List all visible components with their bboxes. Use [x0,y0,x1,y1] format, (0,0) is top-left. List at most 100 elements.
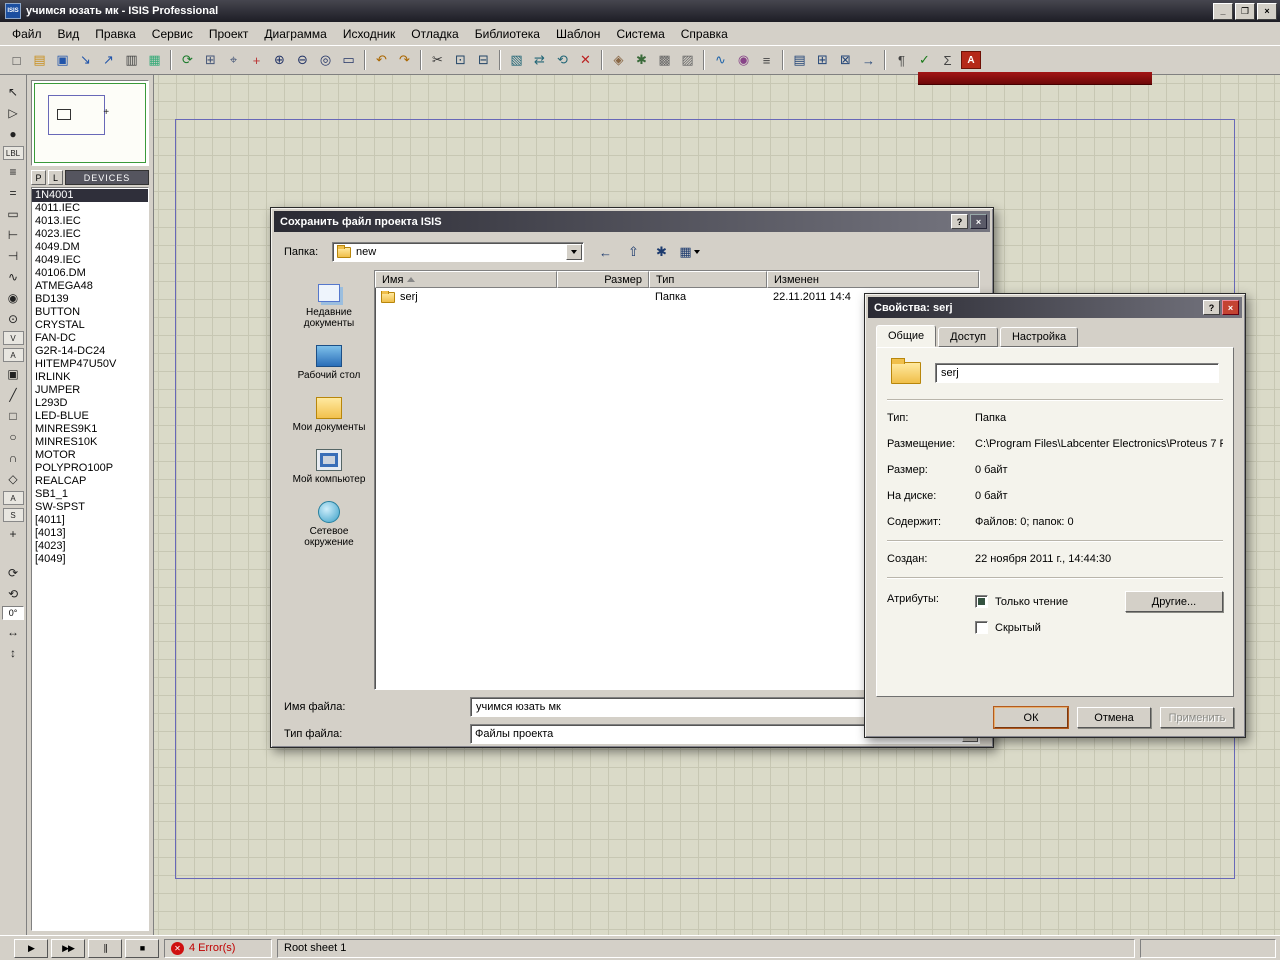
decompose-button[interactable]: ▨ [676,49,699,72]
path-tool[interactable]: ◇ [3,470,24,488]
readonly-checkbox[interactable] [975,595,988,608]
column-header-3[interactable]: Тип [649,271,767,288]
other-attributes-button[interactable]: Другие... [1125,591,1223,612]
zoom-out-button[interactable]: ⊖ [291,49,314,72]
help-icon[interactable]: ? [1203,300,1220,315]
device-item[interactable]: L293D [32,397,148,410]
property-assignment-button[interactable]: ≡ [755,49,778,72]
device-item[interactable]: IRLINK [32,371,148,384]
device-item[interactable]: FAN-DC [32,332,148,345]
pick-devices-button[interactable]: P [31,170,46,185]
device-item[interactable]: MINRES10K [32,436,148,449]
selection-tool[interactable]: ↖ [3,83,24,101]
close-icon[interactable]: × [970,214,987,229]
device-item[interactable]: [4049] [32,553,148,566]
pause-button[interactable]: ∥ [88,939,122,958]
tab-2[interactable]: Доступ [938,327,998,347]
wire-label-tool[interactable]: LBL [3,146,24,160]
menu-item-9[interactable]: Библиотека [467,24,548,44]
device-item[interactable]: MOTOR [32,449,148,462]
place-my-documents[interactable]: Мои документы [288,397,370,433]
false-origin-button[interactable]: ⌖ [222,49,245,72]
cut-button[interactable]: ✂ [426,49,449,72]
menu-item-7[interactable]: Исходник [335,24,403,44]
subcircuit-tool[interactable]: ▭ [3,205,24,223]
menu-item-2[interactable]: Вид [50,24,88,44]
menu-item-5[interactable]: Проект [201,24,257,44]
menu-item-10[interactable]: Шаблон [548,24,608,44]
text-tool[interactable]: A [3,491,24,505]
menu-item-1[interactable]: Файл [4,24,50,44]
hidden-checkbox[interactable] [975,621,988,634]
library-manager-button[interactable]: L [48,170,63,185]
box-tool[interactable]: □ [3,407,24,425]
pick-parts-button[interactable]: ◈ [607,49,630,72]
device-item[interactable]: [4023] [32,540,148,553]
device-item[interactable]: BD139 [32,293,148,306]
block-rotate-button[interactable]: ⟲ [551,49,574,72]
menu-item-12[interactable]: Справка [673,24,736,44]
bill-of-materials-button[interactable]: ¶ [890,49,913,72]
redraw-button[interactable]: ⟳ [176,49,199,72]
new-design-button[interactable]: □ [5,49,28,72]
ok-button[interactable]: ОК [994,707,1068,728]
column-header-1[interactable]: Имя [375,271,557,288]
minimize-button[interactable]: _ [1213,3,1233,20]
device-item[interactable]: POLYPRO100P [32,462,148,475]
current-probe-tool[interactable]: A [3,348,24,362]
block-copy-button[interactable]: ▧ [505,49,528,72]
folder-name-input[interactable]: serj [935,363,1219,383]
netlist-to-ares-button[interactable]: A [961,51,981,69]
tab-1[interactable]: Общие [876,325,936,347]
device-item[interactable]: 1N4001 [32,189,148,202]
redo-button[interactable]: ↷ [393,49,416,72]
device-item[interactable]: LED-BLUE [32,410,148,423]
close-icon[interactable]: × [1222,300,1239,315]
column-header-2[interactable]: Размер [557,271,649,288]
place-desktop[interactable]: Рабочий стол [288,345,370,381]
device-pin-tool[interactable]: ⊣ [3,247,24,265]
component-tool[interactable]: ▷ [3,104,24,122]
virtual-instruments-tool[interactable]: ▣ [3,365,24,383]
mirror-vertical[interactable]: ↕ [3,644,24,662]
device-item[interactable]: 4049.DM [32,241,148,254]
new-folder-button[interactable]: ✱ [650,242,673,262]
place-network[interactable]: Сетевое окружение [288,501,370,548]
export-section-button[interactable]: ↗ [97,49,120,72]
copy-button[interactable]: ⊡ [449,49,472,72]
view-menu-button[interactable]: ▦ [678,242,701,262]
menu-item-8[interactable]: Отладка [403,24,466,44]
place-recent-documents[interactable]: Недавние документы [288,282,370,329]
device-item[interactable]: HITEMP47U50V [32,358,148,371]
device-item[interactable]: REALCAP [32,475,148,488]
stop-button[interactable]: ■ [125,939,159,958]
packaging-tool-button[interactable]: ▩ [653,49,676,72]
remove-sheet-button[interactable]: ⊠ [834,49,857,72]
wire-autorouter-button[interactable]: ∿ [709,49,732,72]
circle-tool[interactable]: ○ [3,428,24,446]
column-header-4[interactable]: Изменен [767,271,979,288]
zoom-all-button[interactable]: ◎ [314,49,337,72]
line-tool[interactable]: ╱ [3,386,24,404]
schematic-overview[interactable]: + [31,80,149,166]
device-item[interactable]: BUTTON [32,306,148,319]
undo-button[interactable]: ↶ [370,49,393,72]
print-button[interactable]: ▥ [120,49,143,72]
rotate-clockwise[interactable]: ⟳ [3,564,24,582]
tape-recorder-tool[interactable]: ◉ [3,289,24,307]
device-item[interactable]: [4011] [32,514,148,527]
mirror-horizontal[interactable]: ↔ [3,623,24,641]
import-section-button[interactable]: ↘ [74,49,97,72]
folder-combobox[interactable]: new [332,242,584,262]
up-one-level-button[interactable]: ⇧ [622,242,645,262]
design-explorer-button[interactable]: ▤ [788,49,811,72]
voltage-probe-tool[interactable]: V [3,331,24,345]
cancel-button[interactable]: Отмена [1077,707,1151,728]
menu-item-4[interactable]: Сервис [144,24,201,44]
make-device-button[interactable]: ✱ [630,49,653,72]
terminal-tool[interactable]: ⊢ [3,226,24,244]
menu-item-11[interactable]: Система [608,24,672,44]
electrical-rule-check-button[interactable]: ✓ [913,49,936,72]
search-and-tag-button[interactable]: ◉ [732,49,755,72]
paste-button[interactable]: ⊟ [472,49,495,72]
